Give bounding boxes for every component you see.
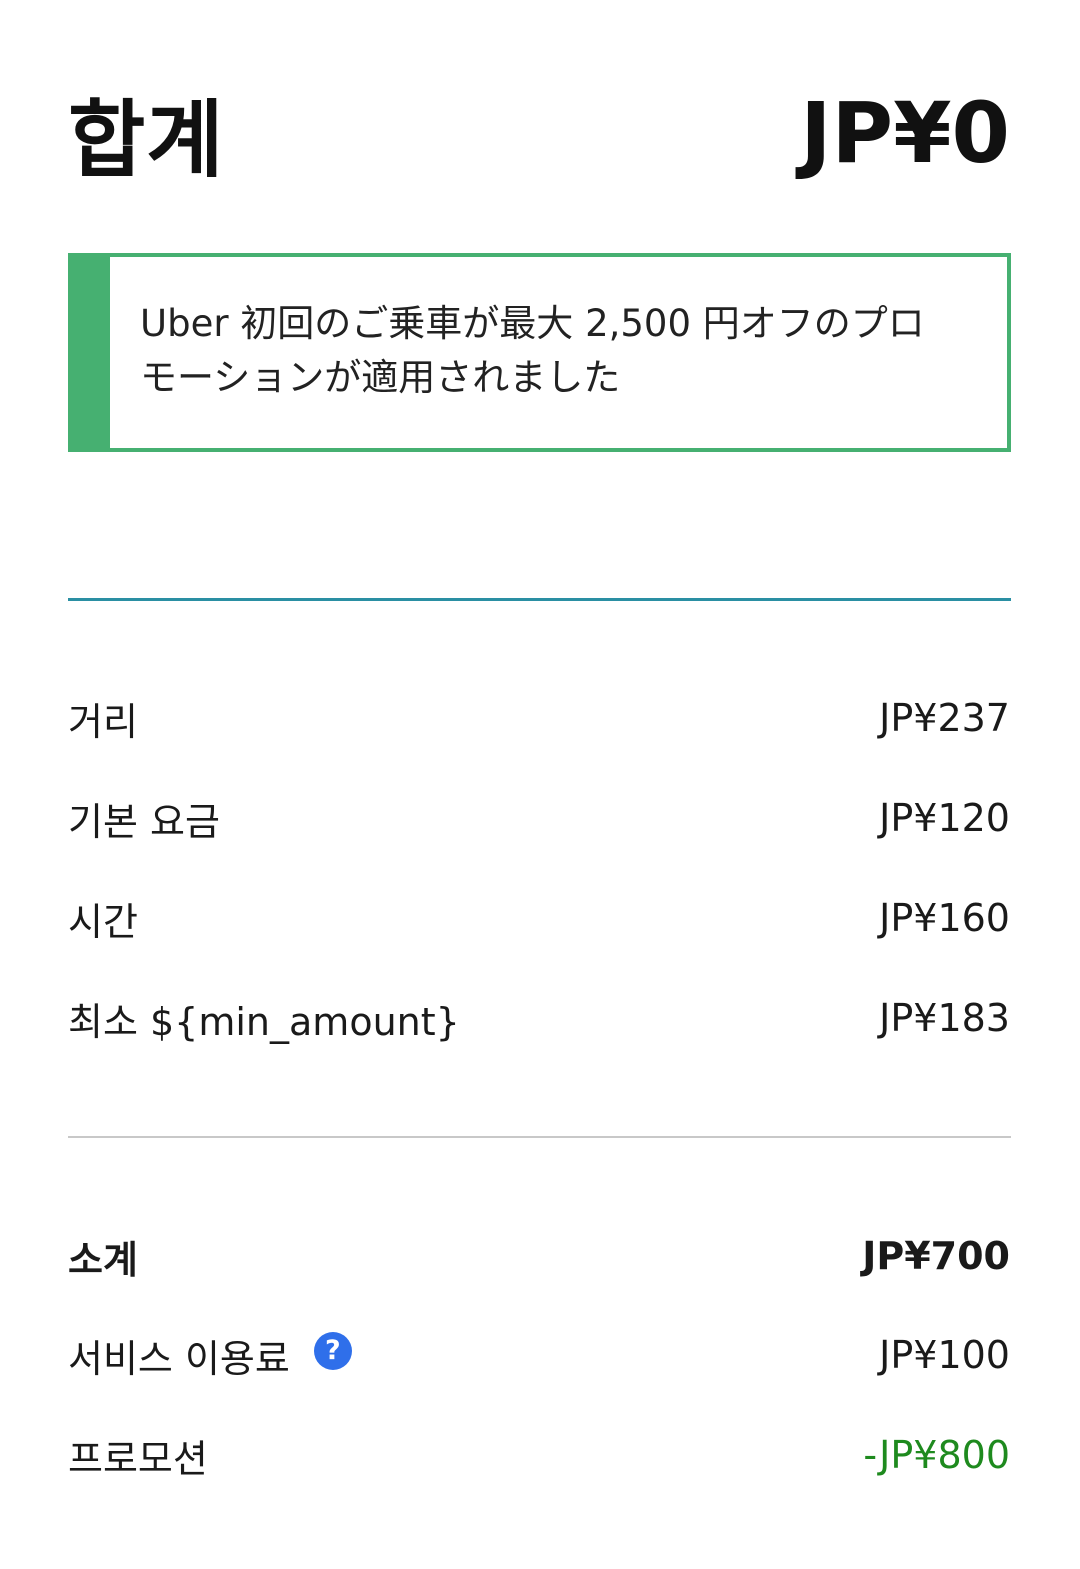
promo-message: Uber 初回のご乗車が最大 2,500 円オフのプロ モーションが適用されまし… [140, 297, 967, 405]
promotion-label: 프로모션 [68, 1436, 208, 1481]
section-divider [68, 1136, 1011, 1138]
total-label: 합계 [68, 90, 225, 189]
fare-label: 기본 요금 [68, 799, 220, 844]
promo-applied-banner: Uber 初回のご乗車が最大 2,500 円オフのプロ モーションが適用されまし… [68, 253, 1011, 452]
fare-row-distance: 거리 JP¥237 [68, 688, 1010, 748]
subtotal-row: 소계 JP¥700 [68, 1226, 1010, 1286]
subtotal-value: JP¥700 [862, 1234, 1010, 1278]
total-amount: JP¥0 [800, 84, 1010, 182]
subtotal-label: 소계 [68, 1237, 138, 1282]
fare-value: JP¥120 [879, 796, 1010, 840]
fare-label: 거리 [68, 699, 138, 744]
service-fee-row: 서비스 이용료 ? JP¥100 [68, 1325, 1010, 1385]
question-mark-icon[interactable]: ? [313, 1332, 352, 1370]
fare-row-minimum: 최소 ${min_amount} JP¥183 [68, 988, 1010, 1048]
service-fee-label: 서비스 이용료 [68, 1336, 290, 1381]
fare-value: JP¥183 [879, 996, 1010, 1040]
fare-label: 최소 ${min_amount} [68, 999, 460, 1044]
promotion-row: 프로모션 -JP¥800 [68, 1425, 1010, 1485]
total-header: 합계 JP¥0 [68, 78, 1010, 189]
section-divider-accent [68, 598, 1011, 601]
service-fee-label-group: 서비스 이용료 ? [68, 1328, 352, 1383]
promo-message-line-1: Uber 初回のご乗車が最大 2,500 円オフのプロ [140, 302, 925, 345]
promo-message-line-2: モーションが適用されました [140, 356, 621, 399]
fare-value: JP¥160 [879, 896, 1010, 940]
fare-value: JP¥237 [879, 696, 1010, 740]
service-fee-value: JP¥100 [879, 1333, 1010, 1377]
fare-row-time: 시간 JP¥160 [68, 888, 1010, 948]
promotion-value: -JP¥800 [863, 1433, 1010, 1477]
fare-label: 시간 [68, 899, 138, 944]
fare-row-base-fare: 기본 요금 JP¥120 [68, 788, 1010, 848]
